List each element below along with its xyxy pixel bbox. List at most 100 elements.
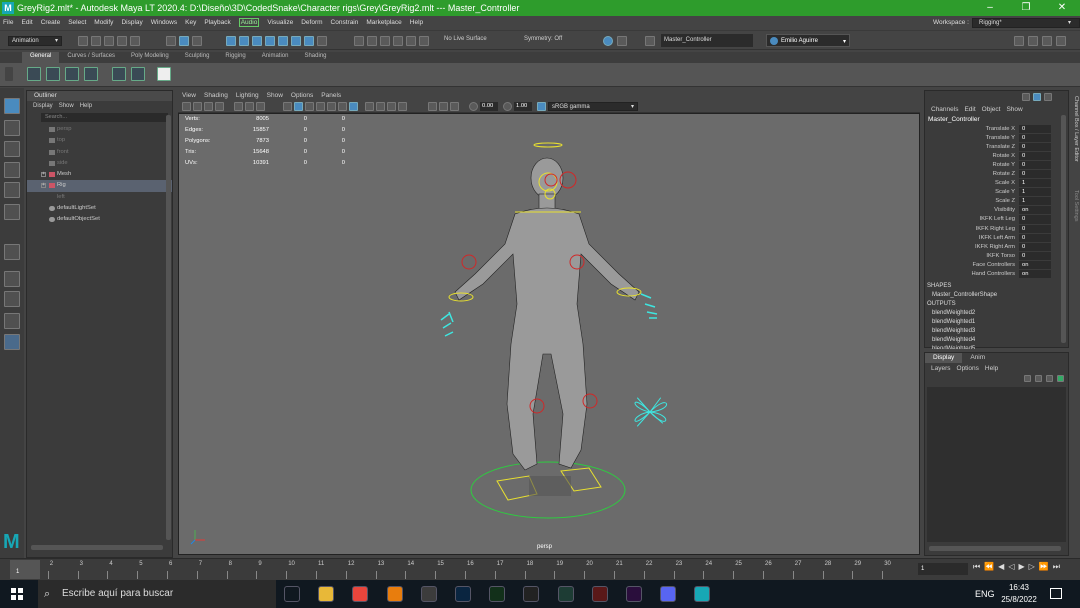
- cb-menu-channels[interactable]: Channels: [931, 104, 958, 115]
- menu-create[interactable]: Create: [41, 19, 61, 26]
- menu-audio[interactable]: Audio: [238, 18, 260, 27]
- attr-scale-y[interactable]: Scale Y 1: [925, 188, 1068, 198]
- save-scene-icon[interactable]: [104, 36, 114, 46]
- tab-shading[interactable]: Shading: [296, 52, 334, 63]
- tool-settings-icon[interactable]: [1028, 36, 1038, 46]
- select-object-icon[interactable]: [179, 36, 189, 46]
- attr-value[interactable]: 0: [1019, 143, 1051, 153]
- move-tool-icon[interactable]: [4, 162, 20, 178]
- layer-menu-layers[interactable]: Layers: [931, 363, 951, 374]
- light-editor-icon[interactable]: [419, 36, 429, 46]
- shelf-tool-2-icon[interactable]: [46, 67, 60, 81]
- last-tool-icon[interactable]: [4, 244, 20, 260]
- outliner-hscrollbar[interactable]: [31, 545, 163, 550]
- exposure-icon[interactable]: [469, 102, 478, 111]
- attr-value[interactable]: 1: [1019, 188, 1051, 198]
- current-frame-field[interactable]: 1: [918, 563, 968, 575]
- taskbar-search-box[interactable]: ⌕ Escribe aquí para buscar: [38, 580, 276, 608]
- output-node[interactable]: blendWeighted2: [925, 309, 1068, 318]
- smooth-shade-icon[interactable]: [294, 102, 303, 111]
- menu-marketplace[interactable]: Marketplace: [366, 19, 401, 26]
- attr-translate-x[interactable]: Translate X 0: [925, 125, 1068, 135]
- go-to-start-icon[interactable]: ⏮: [973, 562, 980, 572]
- menu-constrain[interactable]: Constrain: [331, 19, 359, 26]
- move-layer-down-icon[interactable]: [1035, 375, 1042, 382]
- cb-menu-object[interactable]: Object: [982, 104, 1001, 115]
- attr-ikfk-right-arm[interactable]: IKFK Right Arm 0: [925, 242, 1068, 252]
- menu-edit[interactable]: Edit: [21, 19, 32, 26]
- sidebar-toggle-icon[interactable]: [645, 36, 655, 46]
- attr-visibility[interactable]: Visibility on: [925, 206, 1068, 216]
- attr-value[interactable]: 0: [1019, 125, 1051, 135]
- notifications-icon[interactable]: [1050, 588, 1062, 599]
- outliner-layout-icon[interactable]: [4, 334, 20, 350]
- ambient-occlusion-icon[interactable]: [365, 102, 374, 111]
- tab-poly-modeling[interactable]: Poly Modeling: [123, 52, 177, 63]
- step-forward-icon[interactable]: ▷: [1029, 562, 1035, 572]
- attr-ikfk-left-leg[interactable]: IKFK Left Leg 0: [925, 215, 1068, 225]
- depth-of-field-icon[interactable]: [398, 102, 407, 111]
- attr-value[interactable]: 0: [1019, 152, 1051, 162]
- step-forward-key-icon[interactable]: ⏩: [1039, 562, 1049, 572]
- tab-general[interactable]: General: [22, 52, 60, 63]
- grid-toggle-icon[interactable]: [234, 102, 243, 111]
- step-back-icon[interactable]: ◀: [998, 562, 1004, 572]
- app-red-icon[interactable]: [591, 586, 608, 602]
- lock-icon[interactable]: [317, 36, 327, 46]
- expand-icon[interactable]: +: [41, 172, 46, 178]
- outliner-menu-help[interactable]: Help: [80, 101, 92, 111]
- attr-value[interactable]: on: [1019, 260, 1051, 270]
- snap-view-icon[interactable]: [265, 36, 275, 46]
- maya-icon[interactable]: [694, 586, 711, 602]
- prelude-icon[interactable]: [489, 586, 506, 602]
- vp-menu-lighting[interactable]: Lighting: [236, 90, 259, 101]
- outliner-item-persp[interactable]: persp: [27, 124, 172, 135]
- attr-value[interactable]: 0: [1019, 242, 1051, 252]
- snap-live-icon[interactable]: [291, 36, 301, 46]
- shelf-tool-3-icon[interactable]: [65, 67, 79, 81]
- new-scene-icon[interactable]: [78, 36, 88, 46]
- attr-value[interactable]: 0: [1019, 233, 1051, 243]
- menu-key[interactable]: Key: [185, 19, 196, 26]
- output-node[interactable]: blendWeighted3: [925, 327, 1068, 336]
- tab-rigging[interactable]: Rigging: [217, 52, 253, 63]
- attr-value[interactable]: 1: [1019, 197, 1051, 207]
- outliner-item-left[interactable]: left: [27, 192, 172, 203]
- xray-joints-icon[interactable]: [439, 102, 448, 111]
- xray-active-icon[interactable]: [450, 102, 459, 111]
- render-settings-icon[interactable]: [380, 36, 390, 46]
- attr-rotate-x[interactable]: Rotate X 0: [925, 152, 1068, 162]
- channel-key-icon[interactable]: [1022, 93, 1030, 101]
- tab-animation[interactable]: Animation: [254, 52, 297, 63]
- tab-curves-surfaces[interactable]: Curves / Surfaces: [59, 52, 123, 63]
- redo-icon[interactable]: [130, 36, 140, 46]
- audition-icon[interactable]: [557, 586, 574, 602]
- use-lights-icon[interactable]: [327, 102, 336, 111]
- gamma-icon[interactable]: [503, 102, 512, 111]
- rigged-character[interactable]: [179, 114, 920, 555]
- outliner-menu-show[interactable]: Show: [59, 101, 74, 111]
- attr-ikfk-left-arm[interactable]: IKFK Left Arm 0: [925, 233, 1068, 243]
- expand-icon[interactable]: +: [41, 183, 46, 189]
- hypershade-icon[interactable]: [393, 36, 403, 46]
- layer-menu-help[interactable]: Help: [985, 363, 998, 374]
- attr-translate-y[interactable]: Translate Y 0: [925, 134, 1068, 144]
- menu-visualize[interactable]: Visualize: [267, 19, 293, 26]
- new-layer-selected-icon[interactable]: [1057, 375, 1064, 382]
- lasso-tool-icon[interactable]: [4, 120, 20, 136]
- film-gate-icon[interactable]: [245, 102, 254, 111]
- modeling-toolkit-panel-icon[interactable]: [1056, 36, 1066, 46]
- menu-file[interactable]: File: [3, 19, 13, 26]
- isolate-select-icon[interactable]: [428, 102, 437, 111]
- snap-bbox-icon[interactable]: [304, 36, 314, 46]
- attr-scale-x[interactable]: Scale X 1: [925, 179, 1068, 189]
- attr-value[interactable]: 0: [1019, 251, 1051, 261]
- outliner-item-defaultobjectset[interactable]: defaultObjectSet: [27, 214, 172, 225]
- outliner-item-front[interactable]: front: [27, 147, 172, 158]
- snap-grid-icon[interactable]: [226, 36, 236, 46]
- layer-tab-anim[interactable]: Anim: [962, 353, 993, 363]
- ipr-render-icon[interactable]: [367, 36, 377, 46]
- menu-deform[interactable]: Deform: [301, 19, 322, 26]
- outliner-search-input[interactable]: Search...: [41, 113, 168, 122]
- node-name[interactable]: Master_Controller: [925, 115, 1068, 125]
